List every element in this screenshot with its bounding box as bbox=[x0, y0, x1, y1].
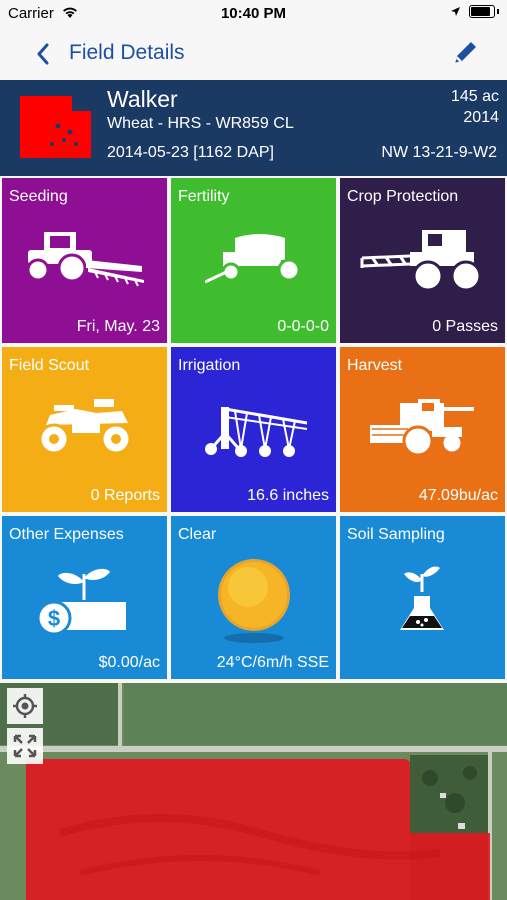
tile-value: 0-0-0-0 bbox=[277, 318, 329, 335]
tile-weather[interactable]: Clear 24°C/6m/h SSE bbox=[171, 516, 336, 679]
tile-label: Field Scout bbox=[9, 357, 90, 374]
field-year: 2014 bbox=[463, 109, 499, 126]
tile-label: Crop Protection bbox=[347, 188, 459, 205]
tile-label: Clear bbox=[178, 526, 217, 543]
location-arrow-icon bbox=[451, 7, 460, 16]
back-chevron-icon[interactable] bbox=[36, 43, 50, 65]
field-boundary-overlay bbox=[26, 759, 490, 900]
tile-irrigation[interactable]: Irrigation 16.6 inches bbox=[171, 347, 336, 512]
tile-fertility[interactable]: Fertility 0-0-0-0 bbox=[171, 178, 336, 343]
edit-pencil-icon[interactable] bbox=[450, 38, 480, 68]
tile-label: Soil Sampling bbox=[347, 526, 445, 543]
status-time: 10:40 PM bbox=[220, 5, 287, 22]
money-plant-icon: $ bbox=[36, 568, 126, 636]
field-date: 2014-05-23 [1162 DAP] bbox=[107, 144, 274, 161]
atv-icon bbox=[38, 399, 132, 455]
flask-plant-icon bbox=[400, 566, 444, 630]
tile-harvest[interactable]: Harvest 47.09bu/ac bbox=[340, 347, 505, 512]
tile-label: Seeding bbox=[9, 188, 68, 205]
tile-other-expenses[interactable]: Other Expenses $ $0.00/ac bbox=[2, 516, 167, 679]
field-name: Walker bbox=[107, 86, 178, 112]
battery-icon bbox=[469, 5, 495, 18]
field-crop: Wheat - HRS - WR859 CL bbox=[107, 115, 294, 132]
locate-me-button[interactable] bbox=[7, 688, 43, 724]
tile-value: 47.09bu/ac bbox=[418, 487, 498, 504]
seeder-tractor-icon bbox=[26, 232, 144, 287]
fertilizer-spreader-icon bbox=[205, 234, 301, 284]
tile-value: 24°C/6m/h SSE bbox=[216, 654, 329, 671]
expand-arrows-icon bbox=[13, 734, 37, 758]
tile-label: Other Expenses bbox=[9, 526, 124, 543]
tile-value: 0 Passes bbox=[432, 318, 498, 335]
field-acres: 145 ac bbox=[450, 88, 499, 105]
tile-value: 16.6 inches bbox=[247, 487, 329, 504]
tile-value: 0 Reports bbox=[90, 487, 160, 504]
tile-value: Fri, May. 23 bbox=[76, 318, 160, 335]
tile-seeding[interactable]: Seeding Fri, May. 23 bbox=[2, 178, 167, 343]
field-map[interactable] bbox=[0, 683, 507, 900]
status-bar: Carrier 10:40 PM bbox=[0, 0, 507, 28]
combine-icon bbox=[370, 399, 474, 457]
tile-value: $0.00/ac bbox=[98, 654, 160, 671]
battery-nub bbox=[497, 9, 499, 14]
tile-label: Fertility bbox=[178, 188, 230, 205]
tile-soil-sampling[interactable]: Soil Sampling bbox=[340, 516, 505, 679]
crosshair-icon bbox=[13, 694, 37, 718]
pivot-irrigation-icon bbox=[205, 407, 308, 457]
sprayer-icon bbox=[360, 230, 482, 292]
tile-label: Harvest bbox=[347, 357, 403, 374]
tile-field-scout[interactable]: Field Scout 0 Reports bbox=[2, 347, 167, 512]
svg-text:$: $ bbox=[48, 606, 60, 631]
expand-map-button[interactable] bbox=[7, 728, 43, 764]
field-header: Walker Wheat - HRS - WR859 CL 2014-05-23… bbox=[0, 80, 507, 176]
tile-label: Irrigation bbox=[178, 357, 241, 374]
field-legal-location: NW 13-21-9-W2 bbox=[381, 144, 497, 161]
page-title[interactable]: Field Details bbox=[69, 41, 185, 65]
sun-icon bbox=[218, 559, 290, 643]
field-boundary-thumbnail bbox=[20, 96, 91, 158]
nav-bar: Field Details bbox=[0, 28, 507, 80]
tile-crop-protection[interactable]: Crop Protection 0 Passes bbox=[340, 178, 505, 343]
